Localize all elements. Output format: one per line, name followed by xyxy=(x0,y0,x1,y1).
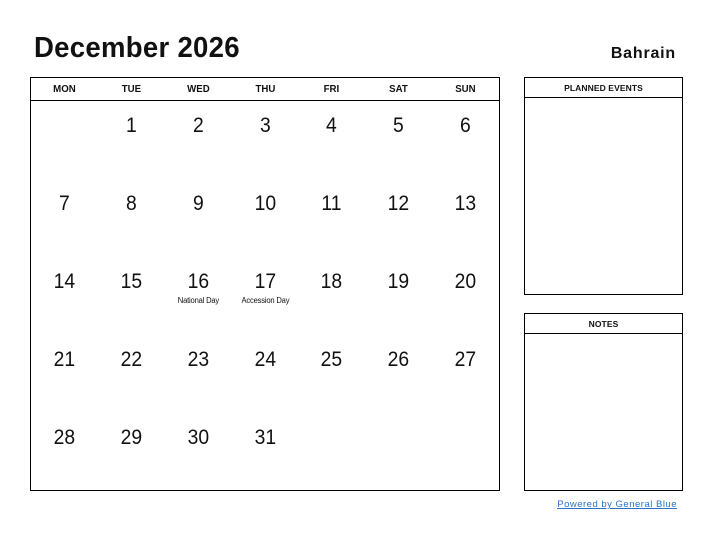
weekday-thu: THU xyxy=(255,83,275,95)
day-cell[interactable]: 14 xyxy=(31,257,98,335)
day-number: 15 xyxy=(120,270,143,293)
day-cell[interactable]: 6 xyxy=(432,101,499,179)
powered-by-link[interactable]: Powered by General Blue xyxy=(557,499,677,510)
week-row: 1 2 3 4 5 6 xyxy=(31,101,499,179)
weekday-wed: WED xyxy=(186,83,210,95)
weekday-sun: SUN xyxy=(455,83,476,95)
day-number: 28 xyxy=(53,426,76,449)
day-number: 12 xyxy=(387,192,410,215)
day-cell[interactable]: 5 xyxy=(365,101,432,179)
day-cell[interactable]: 7 xyxy=(31,179,98,257)
day-number: 29 xyxy=(120,426,143,449)
notes-area[interactable] xyxy=(525,334,682,490)
day-cell[interactable]: 24 xyxy=(232,335,299,413)
day-number: 24 xyxy=(254,348,276,371)
day-number: 17 xyxy=(254,270,276,293)
day-number: 18 xyxy=(321,270,343,293)
day-number: 10 xyxy=(254,192,276,215)
day-cell[interactable]: 23 xyxy=(165,335,232,413)
day-number: 2 xyxy=(192,114,204,137)
week-row: 7 8 9 10 11 12 13 xyxy=(31,179,499,257)
week-row: 14 15 16 National Day 17 Accession Day 18 19 20 xyxy=(31,257,499,335)
day-cell[interactable]: 8 xyxy=(98,179,165,257)
day-number xyxy=(368,413,430,426)
day-cell[interactable]: 16 National Day xyxy=(165,257,232,335)
day-cell[interactable]: 27 xyxy=(432,335,499,413)
week-row: 28 29 30 31 xyxy=(31,413,499,491)
day-number: 21 xyxy=(53,348,76,371)
day-number: 19 xyxy=(387,270,410,293)
day-number: 6 xyxy=(460,114,471,137)
day-cell[interactable]: 22 xyxy=(98,335,165,413)
day-cell[interactable]: 25 xyxy=(298,335,365,413)
day-cell[interactable]: 28 xyxy=(31,413,98,491)
weekday-sat: SAT xyxy=(389,83,409,95)
day-number: 22 xyxy=(120,348,143,371)
day-number: 16 xyxy=(187,270,209,293)
planned-events-box: PLANNED EVENTS xyxy=(524,77,683,295)
day-number: 20 xyxy=(454,270,477,293)
day-number: 5 xyxy=(393,114,405,137)
day-number xyxy=(301,413,363,426)
empty-day-cell xyxy=(365,413,432,491)
day-number: 27 xyxy=(454,348,477,371)
week-row: 21 22 23 24 25 26 27 xyxy=(31,335,499,413)
empty-day-cell xyxy=(432,413,499,491)
calendar-body: 1 2 3 4 5 6 7 8 9 10 11 12 13 14 15 16 National Day 17 Acc… xyxy=(31,101,499,491)
day-cell[interactable]: 11 xyxy=(298,179,365,257)
weekday-fri: FRI xyxy=(324,83,340,95)
day-cell[interactable]: 4 xyxy=(298,101,365,179)
day-cell[interactable]: 17 Accession Day xyxy=(232,257,299,335)
day-cell[interactable]: 31 xyxy=(232,413,299,491)
page-title: December 2026 xyxy=(34,32,240,64)
day-cell[interactable]: 29 xyxy=(98,413,165,491)
empty-day-cell xyxy=(31,101,98,179)
day-cell[interactable]: 13 xyxy=(432,179,499,257)
day-number: 13 xyxy=(454,192,477,215)
day-cell[interactable]: 18 xyxy=(298,257,365,335)
day-number xyxy=(34,101,96,114)
day-cell[interactable]: 20 xyxy=(432,257,499,335)
weekday-tue: TUE xyxy=(121,83,141,95)
weekday-header: MON TUE WED THU FRI SAT SUN xyxy=(31,78,499,101)
holiday-label: Accession Day xyxy=(241,296,289,305)
calendar-grid: MON TUE WED THU FRI SAT SUN 1 2 3 4 5 6 7 8 9 10 1… xyxy=(30,77,500,491)
planned-events-area[interactable] xyxy=(525,98,682,294)
day-cell[interactable]: 21 xyxy=(31,335,98,413)
empty-day-cell xyxy=(298,413,365,491)
day-number: 26 xyxy=(387,348,410,371)
day-number: 25 xyxy=(321,348,343,371)
day-number: 11 xyxy=(321,192,342,215)
day-cell[interactable]: 30 xyxy=(165,413,232,491)
day-number: 8 xyxy=(125,192,137,215)
day-number: 14 xyxy=(53,270,76,293)
notes-heading: NOTES xyxy=(525,314,682,334)
day-cell[interactable]: 2 xyxy=(165,101,232,179)
day-cell[interactable]: 26 xyxy=(365,335,432,413)
holiday-label: National Day xyxy=(177,296,219,305)
day-cell[interactable]: 10 xyxy=(232,179,299,257)
day-number: 4 xyxy=(326,114,338,137)
day-cell[interactable]: 1 xyxy=(98,101,165,179)
country-label: Bahrain xyxy=(610,45,676,62)
day-cell[interactable]: 12 xyxy=(365,179,432,257)
day-number: 7 xyxy=(59,192,70,215)
day-number: 31 xyxy=(254,426,276,449)
day-number: 9 xyxy=(192,192,204,215)
day-number: 23 xyxy=(187,348,209,371)
day-cell[interactable]: 15 xyxy=(98,257,165,335)
day-number: 3 xyxy=(259,114,271,137)
planned-events-heading: PLANNED EVENTS xyxy=(525,78,682,98)
day-cell[interactable]: 9 xyxy=(165,179,232,257)
weekday-mon: MON xyxy=(53,83,76,95)
day-cell[interactable]: 19 xyxy=(365,257,432,335)
day-cell[interactable]: 3 xyxy=(232,101,299,179)
day-number: 1 xyxy=(125,114,137,137)
notes-box: NOTES xyxy=(524,313,683,491)
day-number: 30 xyxy=(187,426,209,449)
day-number xyxy=(435,413,497,426)
